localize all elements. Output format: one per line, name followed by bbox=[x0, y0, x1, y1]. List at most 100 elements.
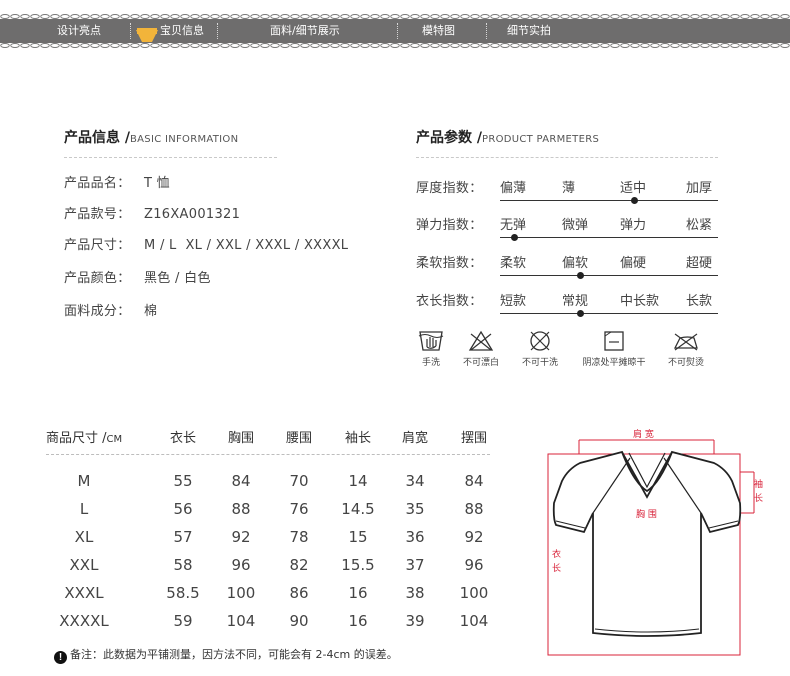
param-option: 偏硬 bbox=[620, 256, 647, 271]
nav-item-design[interactable]: 设计亮点 bbox=[57, 19, 101, 43]
info-row-name: 产品品名： T 恤 bbox=[64, 176, 170, 191]
size-table-size-cell: XXL bbox=[69, 556, 99, 574]
size-table-cell: 70 bbox=[289, 472, 309, 490]
info-row-material: 面料成分：棉 bbox=[64, 304, 158, 319]
info-title: 产品信息 / bbox=[64, 130, 130, 146]
size-table-cell: 35 bbox=[405, 500, 425, 518]
size-table-cell: 15.5 bbox=[341, 556, 375, 574]
care-hand-wash: 手洗 bbox=[414, 330, 448, 368]
param-scale-line bbox=[500, 237, 718, 238]
param-indicator-dot bbox=[510, 234, 518, 241]
param-label: 衣长指数： bbox=[416, 294, 483, 309]
size-table-cell: 76 bbox=[289, 500, 309, 518]
size-table-cell: 14 bbox=[348, 472, 368, 490]
size-table-cell: 55 bbox=[173, 472, 193, 490]
size-table-header-label: 商品尺寸 /CM bbox=[46, 431, 123, 446]
shoulder-label: 肩 宽 bbox=[633, 428, 654, 440]
info-row-sizes: 产品尺寸： M / L XL / XXL / XXXL / XXXXL bbox=[64, 238, 349, 253]
size-table-size-cell: XL bbox=[74, 528, 94, 546]
param-scale-line bbox=[500, 275, 718, 276]
tshirt-outline bbox=[552, 450, 742, 637]
shade-flat-dry-icon bbox=[604, 331, 624, 351]
size-table-cell: 100 bbox=[226, 584, 256, 602]
active-nav-marker-icon bbox=[136, 28, 158, 42]
size-table-cell: 38 bbox=[405, 584, 425, 602]
param-option: 适中 bbox=[620, 181, 647, 196]
size-table-cell: 15 bbox=[348, 528, 368, 546]
info-divider bbox=[64, 157, 277, 158]
care-no-bleach: 不可漂白 bbox=[457, 330, 505, 368]
nav-bar: 设计亮点 宝贝信息 面料/细节展示 模特图 细节实拍 bbox=[0, 19, 790, 43]
size-table-cell: 86 bbox=[289, 584, 309, 602]
size-table-cell: 34 bbox=[405, 472, 425, 490]
nav-item-fabric-details[interactable]: 面料/细节展示 bbox=[270, 19, 340, 43]
size-table-column-header: 衣长 bbox=[169, 431, 196, 446]
size-table-cell: 104 bbox=[459, 612, 489, 630]
info-section-title: 产品信息 /BASIC INFORMATION bbox=[64, 127, 238, 147]
no-bleach-icon bbox=[468, 330, 494, 351]
param-option: 松紧 bbox=[686, 218, 713, 233]
sleeve-label-1: 袖 bbox=[754, 478, 763, 490]
size-table-column-header: 肩宽 bbox=[401, 431, 428, 446]
size-table-cell: 39 bbox=[405, 612, 425, 630]
params-section-title: 产品参数 /PRODUCT PARMETERS bbox=[416, 127, 599, 147]
param-option: 长款 bbox=[686, 294, 713, 309]
size-note: ! 备注：此数据为平铺测量，因方法不同，可能会有 2-4cm 的误差。 bbox=[54, 646, 398, 664]
param-label: 柔软指数： bbox=[416, 256, 483, 271]
size-table-cell: 92 bbox=[231, 528, 251, 546]
size-table-cell: 37 bbox=[405, 556, 425, 574]
size-table-cell: 16 bbox=[348, 612, 368, 630]
nav-item-product-info[interactable]: 宝贝信息 bbox=[160, 19, 204, 43]
care-no-dry-clean: 不可干洗 bbox=[516, 330, 564, 368]
param-scale-line bbox=[500, 313, 718, 314]
param-option: 常规 bbox=[562, 294, 589, 309]
size-table-cell: 78 bbox=[289, 528, 309, 546]
size-table-cell: 104 bbox=[226, 612, 256, 630]
param-option: 薄 bbox=[562, 181, 576, 196]
size-table-cell: 57 bbox=[173, 528, 193, 546]
size-table-cell: 84 bbox=[464, 472, 484, 490]
params-subtitle: PRODUCT PARMETERS bbox=[482, 134, 600, 145]
nav-separator bbox=[130, 23, 131, 39]
length-label-2: 长 bbox=[552, 562, 561, 574]
param-indicator-dot bbox=[576, 310, 584, 317]
param-option: 短款 bbox=[500, 294, 527, 309]
chest-label: 胸 围 bbox=[636, 508, 657, 520]
size-table-cell: 58.5 bbox=[166, 584, 200, 602]
size-table-size-cell: L bbox=[79, 500, 89, 518]
param-indicator-dot bbox=[630, 197, 638, 204]
size-table-cell: 84 bbox=[231, 472, 251, 490]
top-nav: 设计亮点 宝贝信息 面料/细节展示 模特图 细节实拍 bbox=[0, 14, 790, 48]
param-option: 无弹 bbox=[500, 218, 527, 233]
size-table-cell: 88 bbox=[464, 500, 484, 518]
size-table-divider bbox=[46, 454, 490, 455]
nav-separator bbox=[486, 23, 487, 39]
nav-separator bbox=[397, 23, 398, 39]
size-table-cell: 58 bbox=[173, 556, 193, 574]
nav-item-model-photos[interactable]: 模特图 bbox=[422, 19, 455, 43]
care-shade-flat-dry: 阴凉处平摊晾干 bbox=[575, 330, 653, 368]
size-table-cell: 92 bbox=[464, 528, 484, 546]
size-table-size-cell: M bbox=[77, 472, 91, 490]
care-no-iron: 不可熨烫 bbox=[662, 330, 710, 368]
size-table-cell: 59 bbox=[173, 612, 193, 630]
params-title: 产品参数 / bbox=[416, 130, 482, 146]
param-option: 柔软 bbox=[500, 256, 527, 271]
sleeve-label-2: 长 bbox=[754, 492, 763, 504]
params-divider bbox=[416, 157, 718, 158]
size-table-column-header: 胸围 bbox=[227, 431, 254, 446]
size-table-cell: 90 bbox=[289, 612, 309, 630]
size-table-size-cell: XXXXL bbox=[59, 612, 109, 630]
info-row-colors: 产品颜色： 黑色 / 白色 bbox=[64, 271, 211, 286]
param-option: 弹力 bbox=[620, 218, 647, 233]
size-table-cell: 96 bbox=[231, 556, 251, 574]
size-table-cell: 88 bbox=[231, 500, 251, 518]
warning-icon: ! bbox=[54, 651, 67, 664]
param-scale-line bbox=[500, 200, 718, 201]
no-iron-icon bbox=[673, 333, 698, 351]
param-option: 偏薄 bbox=[500, 181, 527, 196]
size-table-size-cell: XXXL bbox=[64, 584, 104, 602]
size-table-cell: 100 bbox=[459, 584, 489, 602]
nav-item-detail-photos[interactable]: 细节实拍 bbox=[507, 19, 551, 43]
hand-wash-icon bbox=[418, 331, 444, 351]
